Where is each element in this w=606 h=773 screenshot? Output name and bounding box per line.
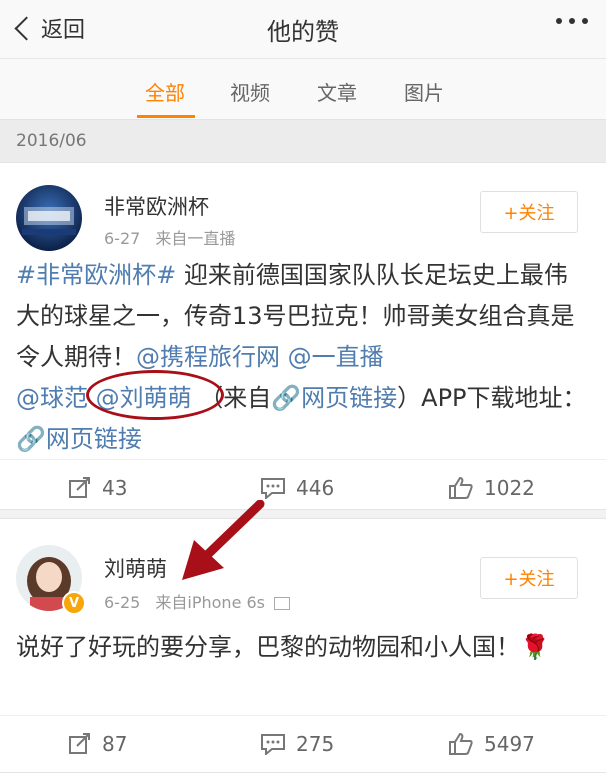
repost-count: 87: [102, 732, 128, 756]
post-text: #非常欧洲杯# 迎来前德国国家队队长足坛史上最伟大的球星之一，传奇13号巴拉克！…: [16, 255, 590, 460]
repost-icon: [69, 477, 90, 498]
tab-all[interactable]: 全部: [145, 77, 185, 106]
like-button[interactable]: 5497: [448, 716, 535, 772]
post-text-segment: ）APP下载地址：: [397, 384, 587, 412]
comment-count: 446: [296, 476, 335, 500]
hashtag-link[interactable]: #非常欧洲杯#: [16, 261, 176, 289]
comment-icon: [261, 734, 285, 755]
repost-icon: [69, 733, 90, 754]
web-link[interactable]: 🔗网页链接: [271, 384, 397, 412]
post-text-segment: （来自: [191, 384, 272, 412]
tab-bar: 全部 视频 文章 图片: [0, 59, 606, 120]
page-title: 他的赞: [267, 18, 339, 46]
verified-badge-icon: V: [62, 591, 86, 615]
active-tab-indicator: [137, 115, 195, 118]
action-bar: 87 275 5497: [0, 715, 606, 772]
post-card[interactable]: V 刘萌萌 6-25 来自iPhone 6s +关注 说好了好玩的要分享，巴黎的…: [0, 518, 606, 773]
post-text: 说好了好玩的要分享，巴黎的动物园和小人国！🌹: [16, 627, 590, 668]
tab-video[interactable]: 视频: [230, 77, 270, 106]
post-date: 6-25: [104, 593, 141, 612]
follow-button[interactable]: +关注: [480, 191, 578, 233]
rose-emoji-icon: 🌹: [520, 633, 550, 661]
post-source: 来自一直播: [155, 229, 236, 248]
like-button[interactable]: 1022: [448, 460, 535, 516]
repost-button[interactable]: 87: [68, 716, 127, 772]
date-section-header: 2016/06: [0, 120, 606, 162]
avatar[interactable]: [16, 185, 82, 251]
repost-count: 43: [102, 476, 128, 500]
comment-icon: [261, 478, 285, 499]
link-icon: 🔗: [271, 384, 302, 412]
date-label: 2016/06: [16, 131, 87, 151]
nav-bar: 返回 他的赞: [0, 0, 606, 59]
link-icon: 🔗: [16, 425, 46, 453]
post-meta: 6-27 来自一直播: [104, 225, 235, 249]
more-dot-icon: [569, 18, 575, 24]
like-count: 5497: [484, 732, 535, 756]
thumbs-up-icon: [449, 476, 473, 499]
mention-link[interactable]: @球范: [16, 384, 88, 412]
post-card[interactable]: 非常欧洲杯 6-27 来自一直播 +关注 #非常欧洲杯# 迎来前德国国家队队长足…: [0, 162, 606, 510]
comment-button[interactable]: 275: [260, 716, 334, 772]
mention-link[interactable]: @一直播: [280, 343, 384, 371]
post-source: 来自iPhone 6s: [155, 593, 266, 612]
mention-link[interactable]: @携程旅行网: [136, 343, 280, 371]
mention-link[interactable]: @刘萌萌: [88, 384, 192, 412]
repost-button[interactable]: 43: [68, 460, 127, 516]
more-options-button[interactable]: [556, 18, 588, 24]
post-date: 6-27: [104, 229, 141, 248]
username[interactable]: 刘萌萌: [104, 553, 167, 583]
action-bar: 43 446 1022: [0, 459, 606, 516]
post-meta: 6-25 来自iPhone 6s: [104, 589, 291, 613]
thumbs-up-icon: [449, 732, 473, 755]
comment-button[interactable]: 446: [260, 460, 334, 516]
web-link-label: 网页链接: [301, 384, 398, 412]
comment-count: 275: [296, 732, 335, 756]
username[interactable]: 非常欧洲杯: [104, 191, 209, 221]
tab-image[interactable]: 图片: [404, 77, 444, 106]
tab-article[interactable]: 文章: [317, 77, 357, 106]
more-dot-icon: [582, 18, 588, 24]
more-dot-icon: [556, 18, 562, 24]
follow-button[interactable]: +关注: [480, 557, 578, 599]
web-link[interactable]: 🔗网页链接: [16, 425, 142, 453]
like-count: 1022: [484, 476, 535, 500]
post-text-segment: 说好了好玩的要分享，巴黎的动物园和小人国！: [16, 633, 520, 661]
web-link-label: 网页链接: [45, 425, 142, 453]
image-icon: [274, 597, 291, 610]
